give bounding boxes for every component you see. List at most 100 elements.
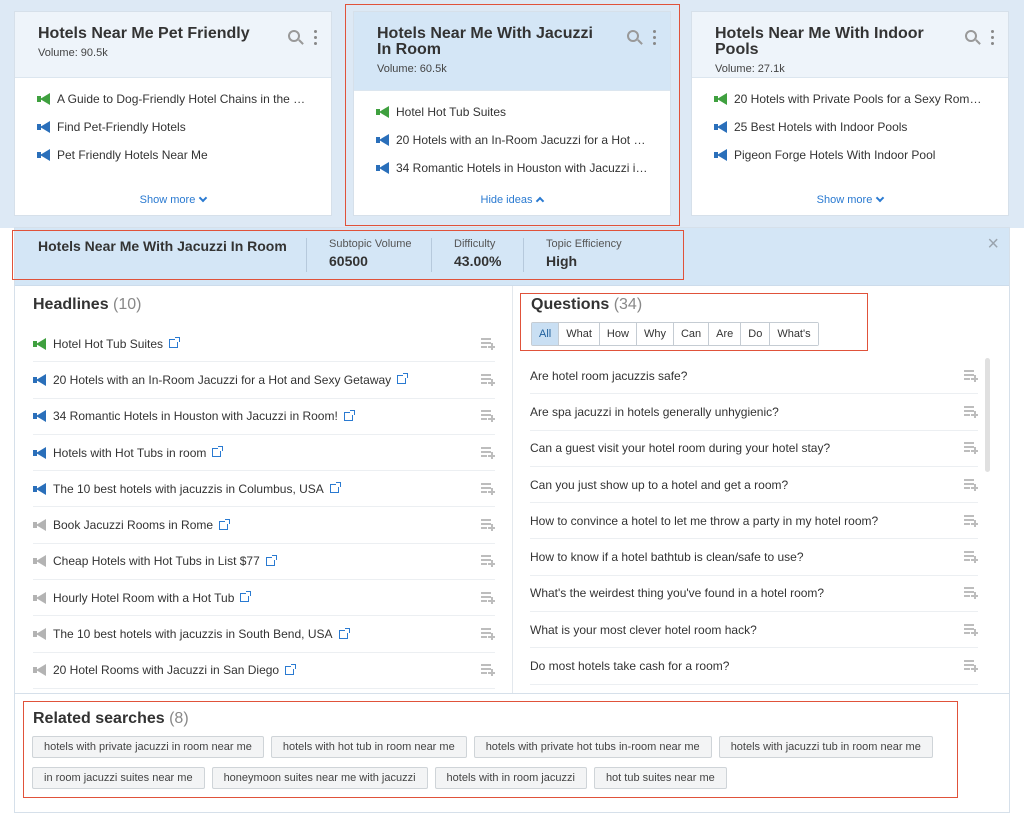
headline-text[interactable]: Hotels with Hot Tubs in room	[53, 446, 206, 460]
filter-button-can[interactable]: Can	[673, 323, 710, 345]
add-to-list-icon[interactable]	[964, 369, 978, 382]
add-to-list-icon[interactable]	[481, 628, 495, 641]
add-to-list-icon[interactable]	[481, 664, 495, 677]
question-row[interactable]: Can a guest visit your hotel room during…	[530, 431, 978, 467]
external-link-icon[interactable]	[397, 373, 409, 385]
add-to-list-icon[interactable]	[481, 337, 495, 350]
related-search-chip[interactable]: honeymoon suites near me with jacuzzi	[211, 767, 428, 789]
headline-text[interactable]: 20 Hotels with an In-Room Jacuzzi for a …	[53, 373, 391, 387]
add-to-list-icon[interactable]	[964, 405, 978, 418]
show-more-link[interactable]: Show more	[15, 193, 331, 206]
related-search-chip[interactable]: hotels with private hot tubs in-room nea…	[473, 736, 712, 758]
filter-button-why[interactable]: Why	[636, 323, 674, 345]
headline-row[interactable]: 34 Romantic Hotels in Houston with Jacuz…	[33, 399, 495, 435]
more-options-icon[interactable]	[653, 30, 656, 45]
headline-text[interactable]: The 10 best hotels with jacuzzis in Sout…	[53, 627, 333, 641]
card-idea-item[interactable]: 20 Hotels with Private Pools for a Sexy …	[714, 92, 1008, 120]
headline-row[interactable]: Hotel Hot Tub Suites	[33, 326, 495, 363]
headline-text[interactable]: 20 Hotel Rooms with Jacuzzi in San Diego	[53, 663, 279, 677]
external-link-icon[interactable]	[343, 409, 355, 421]
headline-row[interactable]: Cheap Hotels with Hot Tubs in List $77	[33, 544, 495, 581]
question-text[interactable]: Are spa jacuzzi in hotels generally unhy…	[530, 405, 779, 419]
add-to-list-icon[interactable]	[964, 660, 978, 673]
question-text[interactable]: What's the weirdest thing you've found i…	[530, 586, 824, 600]
external-link-icon[interactable]	[219, 518, 231, 530]
question-text[interactable]: What is your most clever hotel room hack…	[530, 623, 757, 637]
external-link-icon[interactable]	[285, 663, 297, 675]
headline-text[interactable]: 34 Romantic Hotels in Houston with Jacuz…	[53, 409, 338, 423]
add-to-list-icon[interactable]	[964, 551, 978, 564]
question-row[interactable]: Are hotel room jacuzzis safe?	[530, 358, 978, 395]
headline-row[interactable]: The 10 best hotels with jacuzzis in Sout…	[33, 616, 495, 653]
related-search-chip[interactable]: in room jacuzzi suites near me	[32, 767, 205, 789]
question-text[interactable]: How to know if a hotel bathtub is clean/…	[530, 550, 804, 564]
add-to-list-icon[interactable]	[481, 519, 495, 532]
more-options-icon[interactable]	[991, 30, 994, 45]
question-row[interactable]: How to know if a hotel bathtub is clean/…	[530, 539, 978, 576]
filter-button-whats[interactable]: What's	[770, 323, 818, 345]
card-idea-item[interactable]: Pigeon Forge Hotels With Indoor Pool	[714, 148, 1008, 176]
filter-button-do[interactable]: Do	[741, 323, 771, 345]
add-to-list-icon[interactable]	[964, 587, 978, 600]
add-to-list-icon[interactable]	[481, 373, 495, 386]
add-to-list-icon[interactable]	[964, 442, 978, 455]
question-text[interactable]: Do most hotels take cash for a room?	[530, 659, 729, 673]
question-row[interactable]: Are spa jacuzzi in hotels generally unhy…	[530, 394, 978, 431]
external-link-icon[interactable]	[212, 446, 224, 458]
headline-text[interactable]: Hourly Hotel Room with a Hot Tub	[53, 591, 234, 605]
more-options-icon[interactable]	[314, 30, 317, 45]
related-search-chip[interactable]: hotels with private jacuzzi in room near…	[32, 736, 264, 758]
question-row[interactable]: How to convince a hotel to let me throw …	[530, 503, 978, 540]
headline-row[interactable]: Hotels with Hot Tubs in room	[33, 435, 495, 472]
question-row[interactable]: Do most hotels take cash for a room?	[530, 648, 978, 685]
external-link-icon[interactable]	[265, 554, 277, 566]
add-to-list-icon[interactable]	[481, 446, 495, 459]
card-idea-item[interactable]: Find Pet-Friendly Hotels	[37, 120, 331, 148]
card-idea-item[interactable]: 25 Best Hotels with Indoor Pools	[714, 120, 1008, 148]
headline-text[interactable]: Cheap Hotels with Hot Tubs in List $77	[53, 554, 260, 568]
card-idea-item[interactable]: Pet Friendly Hotels Near Me	[37, 148, 331, 176]
external-link-icon[interactable]	[338, 627, 350, 639]
filter-button-are[interactable]: Are	[709, 323, 742, 345]
related-search-chip[interactable]: hotels with hot tub in room near me	[270, 736, 467, 758]
question-text[interactable]: Can a guest visit your hotel room during…	[530, 441, 830, 455]
card-idea-item[interactable]: 34 Romantic Hotels in Houston with Jacuz…	[376, 161, 670, 189]
filter-button-all[interactable]: All	[532, 323, 560, 345]
add-to-list-icon[interactable]	[964, 514, 978, 527]
headline-row[interactable]: 20 Hotel Rooms with Jacuzzi in San Diego	[33, 653, 495, 689]
headline-text[interactable]: Book Jacuzzi Rooms in Rome	[53, 518, 213, 532]
card-idea-item[interactable]: A Guide to Dog-Friendly Hotel Chains in …	[37, 92, 331, 120]
add-to-list-icon[interactable]	[481, 410, 495, 423]
show-more-link[interactable]: Show more	[692, 193, 1008, 206]
question-row[interactable]: What is your most clever hotel room hack…	[530, 612, 978, 649]
close-icon[interactable]: ×	[987, 233, 999, 256]
card-idea-item[interactable]: 20 Hotels with an In-Room Jacuzzi for a …	[376, 133, 670, 161]
add-to-list-icon[interactable]	[481, 555, 495, 568]
headline-row[interactable]: Book Jacuzzi Rooms in Rome	[33, 507, 495, 544]
search-icon[interactable]	[965, 30, 977, 42]
related-search-chip[interactable]: hotels with jacuzzi tub in room near me	[718, 736, 933, 758]
question-row[interactable]: What's the weirdest thing you've found i…	[530, 576, 978, 613]
question-text[interactable]: How to convince a hotel to let me throw …	[530, 514, 878, 528]
question-text[interactable]: Are hotel room jacuzzis safe?	[530, 369, 687, 383]
add-to-list-icon[interactable]	[964, 623, 978, 636]
add-to-list-icon[interactable]	[481, 482, 495, 495]
questions-scrollbar[interactable]	[985, 358, 990, 472]
filter-button-what[interactable]: What	[559, 323, 600, 345]
headline-text[interactable]: Hotel Hot Tub Suites	[53, 337, 163, 351]
external-link-icon[interactable]	[169, 337, 181, 349]
headline-row[interactable]: Hourly Hotel Room with a Hot Tub	[33, 580, 495, 617]
filter-button-how[interactable]: How	[599, 323, 637, 345]
search-icon[interactable]	[627, 30, 639, 42]
question-text[interactable]: Can you just show up to a hotel and get …	[530, 478, 788, 492]
headline-row[interactable]: The 10 best hotels with jacuzzis in Colu…	[33, 471, 495, 508]
add-to-list-icon[interactable]	[964, 478, 978, 491]
card-idea-item[interactable]: Hotel Hot Tub Suites	[376, 105, 670, 133]
topic-card-jacuzzi-in-room[interactable]: Hotels Near Me With Jacuzzi In Room Volu…	[353, 11, 671, 216]
topic-card-pet-friendly[interactable]: Hotels Near Me Pet Friendly Volume: 90.5…	[14, 11, 332, 216]
related-search-chip[interactable]: hot tub suites near me	[593, 767, 727, 789]
external-link-icon[interactable]	[240, 591, 252, 603]
search-icon[interactable]	[288, 30, 300, 42]
headline-row[interactable]: 20 Hotels with an In-Room Jacuzzi for a …	[33, 362, 495, 399]
hide-ideas-link[interactable]: Hide ideas	[354, 194, 670, 206]
